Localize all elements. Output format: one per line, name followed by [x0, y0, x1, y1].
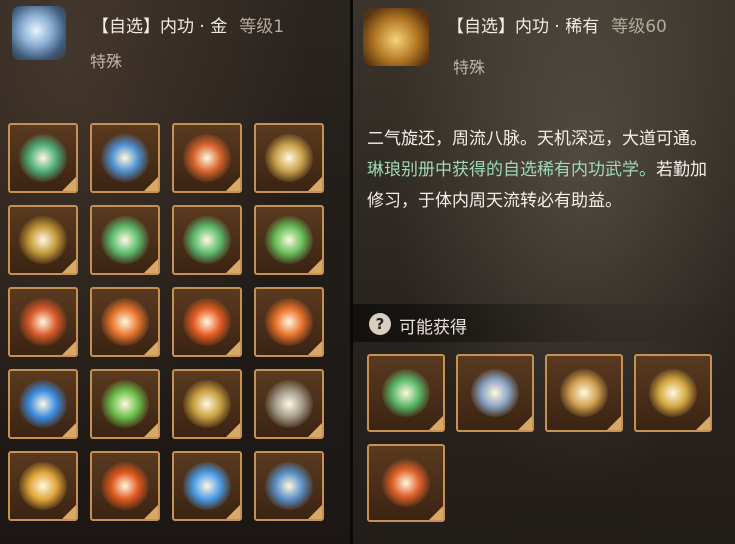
reward-tile[interactable] [367, 354, 445, 432]
skill-tile[interactable] [8, 451, 78, 521]
obtain-header: ? 可能获得 [353, 304, 735, 342]
skill-tile[interactable] [90, 287, 160, 357]
item-type: 特殊 [453, 58, 486, 77]
skill-tile[interactable] [90, 451, 160, 521]
blue-orb-icon [19, 380, 67, 428]
question-icon: ? [369, 313, 391, 335]
silver-cube-icon [12, 6, 66, 60]
description-source: 琳琅别册中获得的自选稀有内功武学。 [367, 160, 656, 180]
fire-ring-icon [101, 462, 149, 510]
fire-icon [183, 298, 231, 346]
treasure-chest-icon [363, 8, 429, 66]
reward-tile[interactable] [367, 444, 445, 522]
item-level: 等级60 [611, 17, 667, 37]
green-blade-icon [265, 216, 313, 264]
item-description: 二气旋还，周流八脉。天机深远，大道可通。琳琅别册中获得的自选稀有内功武学。若勤加… [367, 124, 717, 217]
fire-orb-icon [382, 459, 430, 507]
skill-tile[interactable] [90, 369, 160, 439]
silver-rock-icon [265, 380, 313, 428]
golden-dragon-icon [183, 380, 231, 428]
right-panel: 【自选】内功 · 稀有 等级60 特殊 二气旋还，周流八脉。天机深远，大道可通。琳… [353, 0, 735, 544]
skill-tile[interactable] [172, 451, 242, 521]
skill-tile[interactable] [172, 205, 242, 275]
golden-sun-icon [265, 134, 313, 182]
skill-tile[interactable] [254, 369, 324, 439]
skill-tile[interactable] [172, 287, 242, 357]
left-panel: 【自选】内功 · 金等级1 特殊 [0, 0, 350, 544]
golden-eagle-icon [19, 216, 67, 264]
silver-beast-icon [471, 369, 519, 417]
crossed-swords-icon [101, 298, 149, 346]
green-crane-icon [183, 216, 231, 264]
blue-hourglass-icon [265, 462, 313, 510]
skill-tile[interactable] [8, 369, 78, 439]
blue-swirl-icon [101, 134, 149, 182]
item-title: 【自选】内功 · 金等级1 [92, 17, 285, 37]
item-title: 【自选】内功 · 稀有 等级60 [447, 17, 667, 37]
green-spirit-icon [382, 369, 430, 417]
skill-tile[interactable] [254, 123, 324, 193]
fire-slash-icon [265, 298, 313, 346]
skill-tile[interactable] [8, 205, 78, 275]
red-core-icon [183, 134, 231, 182]
skill-tile[interactable] [172, 123, 242, 193]
reward-tile[interactable] [545, 354, 623, 432]
item-type: 特殊 [90, 52, 123, 71]
skill-tile[interactable] [254, 205, 324, 275]
skill-tile[interactable] [254, 287, 324, 357]
golden-orb-icon [560, 369, 608, 417]
green-swirl-icon [19, 134, 67, 182]
skill-tile[interactable] [172, 369, 242, 439]
item-level: 等级1 [239, 17, 285, 37]
green-vortex-icon [101, 380, 149, 428]
skill-tile[interactable] [8, 287, 78, 357]
green-sword-icon [101, 216, 149, 264]
description-text: 二气旋还，周流八脉。天机深远，大道可通。 [367, 129, 707, 149]
obtain-label: 可能获得 [399, 318, 467, 338]
reward-tile[interactable] [634, 354, 712, 432]
blue-crystal-icon [183, 462, 231, 510]
skill-tile[interactable] [90, 123, 160, 193]
skill-tile[interactable] [90, 205, 160, 275]
golden-flash-icon [19, 462, 67, 510]
reward-tile[interactable] [456, 354, 534, 432]
skill-tile[interactable] [254, 451, 324, 521]
golden-blades-icon [649, 369, 697, 417]
red-ring-icon [19, 298, 67, 346]
skill-tile[interactable] [8, 123, 78, 193]
